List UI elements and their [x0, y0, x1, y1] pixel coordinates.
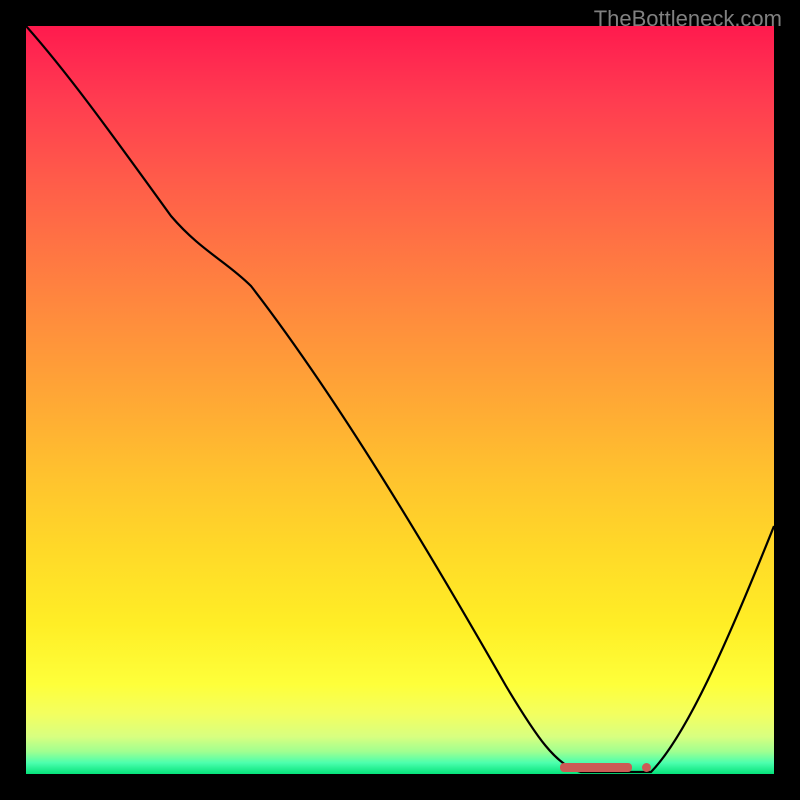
- optimal-range-marker: [560, 763, 632, 772]
- bottleneck-curve-path: [26, 26, 774, 772]
- watermark-text: TheBottleneck.com: [594, 6, 782, 32]
- plot-area: [26, 26, 774, 774]
- curve-svg: [26, 26, 774, 774]
- optimal-range-end-dot: [642, 763, 651, 772]
